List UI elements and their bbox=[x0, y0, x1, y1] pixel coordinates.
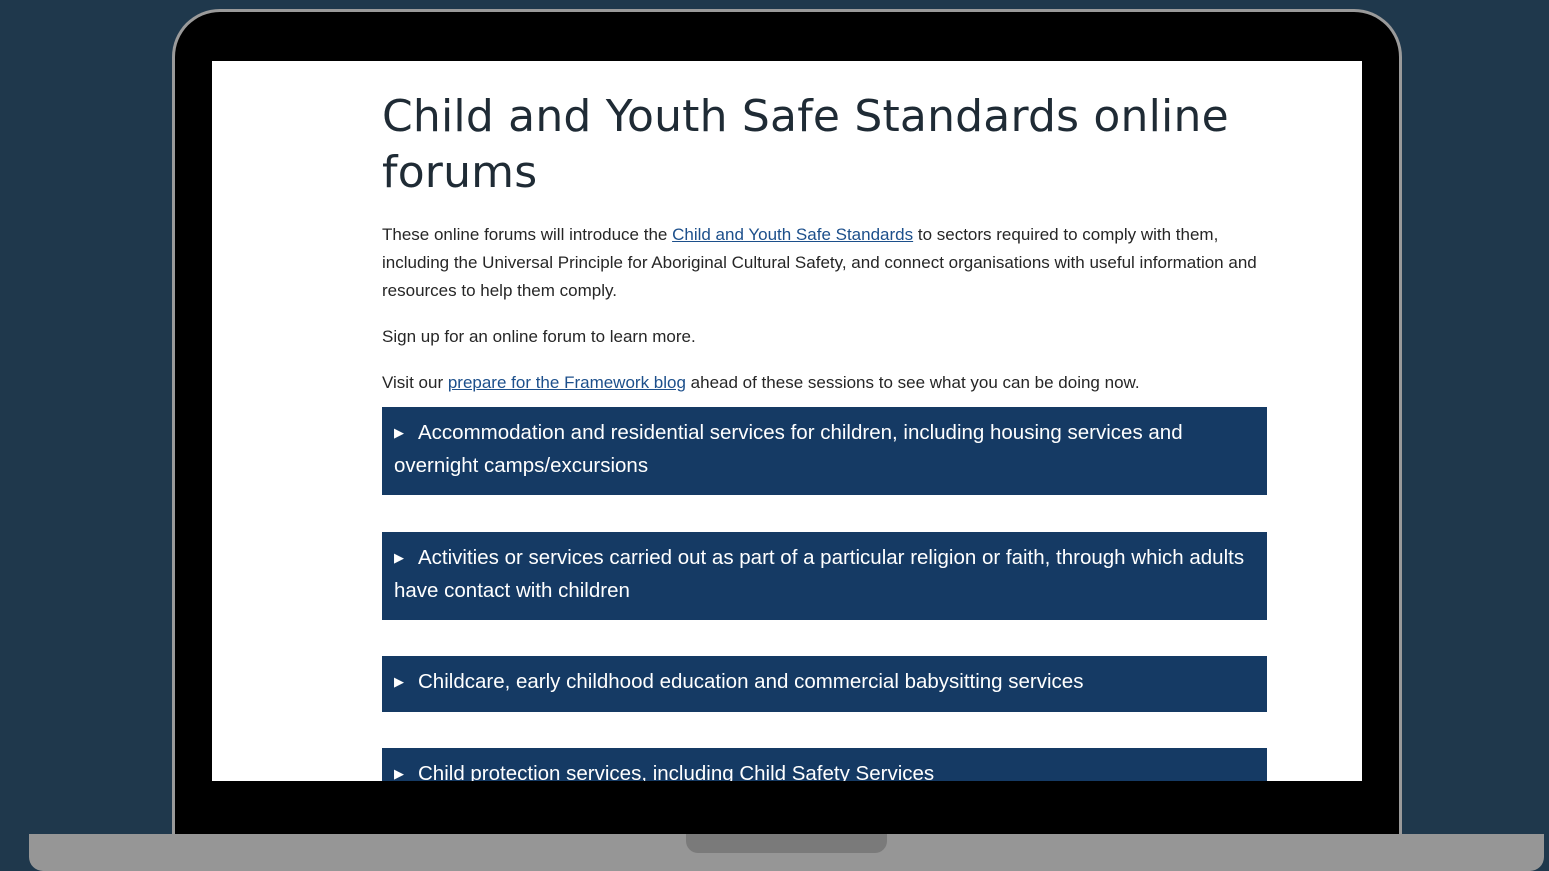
visit-paragraph: Visit our prepare for the Framework blog… bbox=[382, 369, 1267, 397]
page-title: Child and Youth Safe Standards online fo… bbox=[382, 91, 1229, 198]
triangle-right-icon: ▶ bbox=[394, 674, 404, 689]
main-content: Child and Youth Safe Standards online fo… bbox=[382, 61, 1267, 781]
accordion-label: Accommodation and residential services f… bbox=[394, 421, 1183, 477]
intro-text-start: These online forums will introduce the bbox=[382, 225, 673, 244]
triangle-right-icon: ▶ bbox=[394, 425, 404, 440]
browser-viewport: Child and Youth Safe Standards online fo… bbox=[212, 61, 1362, 781]
accordion-childcare[interactable]: ▶ Childcare, early childhood education an… bbox=[382, 656, 1267, 712]
accordion-child-protection[interactable]: ▶ Child protection services, including Ch… bbox=[382, 748, 1267, 781]
visit-text-start: Visit our bbox=[382, 373, 448, 392]
accordion-religion[interactable]: ▶ Activities or services carried out as p… bbox=[382, 532, 1267, 620]
intro-paragraph: These online forums will introduce the C… bbox=[382, 221, 1267, 305]
accordion-label: Child protection services, including Chi… bbox=[418, 762, 935, 781]
visit-text-end: ahead of these sessions to see what you … bbox=[685, 373, 1140, 392]
laptop-notch bbox=[686, 834, 887, 853]
triangle-right-icon: ▶ bbox=[394, 766, 404, 781]
signup-paragraph: Sign up for an online forum to learn mor… bbox=[382, 327, 696, 346]
standards-link[interactable]: Child and Youth Safe Standards bbox=[672, 225, 913, 244]
accordion-label: Childcare, early childhood education and… bbox=[418, 670, 1084, 693]
accordion-label: Activities or services carried out as pa… bbox=[394, 546, 1245, 602]
accordion-accommodation[interactable]: ▶ Accommodation and residential services … bbox=[382, 407, 1267, 495]
triangle-right-icon: ▶ bbox=[394, 550, 404, 565]
framework-blog-link[interactable]: prepare for the Framework blog bbox=[448, 373, 686, 392]
